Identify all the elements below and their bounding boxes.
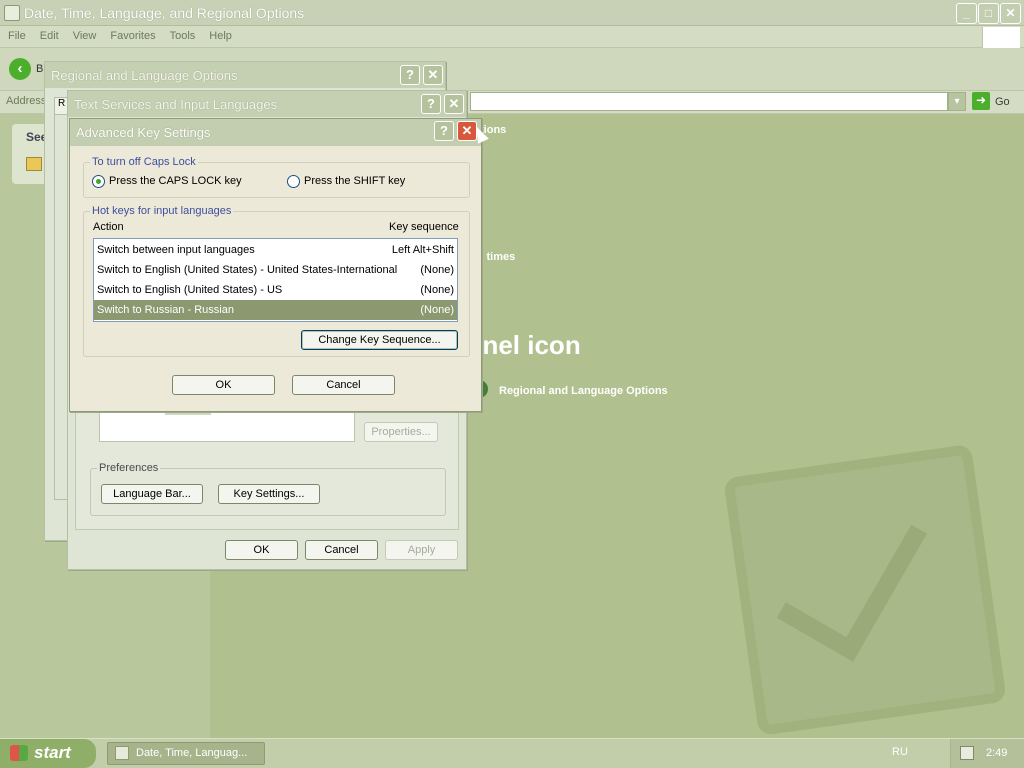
- address-input[interactable]: [470, 92, 948, 111]
- language-indicator[interactable]: RU: [892, 746, 908, 758]
- network-icon[interactable]: [960, 746, 974, 760]
- pick-icon-heading: anel icon: [468, 330, 581, 360]
- close-icon[interactable]: ✕: [423, 65, 443, 85]
- windows-flag-icon: [10, 745, 28, 761]
- dialog-titlebar: Regional and Language Options ? ✕: [45, 62, 445, 88]
- go-arrow-icon[interactable]: ➜: [972, 92, 990, 110]
- cancel-button[interactable]: Cancel: [292, 375, 395, 395]
- dialog-titlebar: Text Services and Input Languages ? ✕: [68, 91, 466, 117]
- cancel-button[interactable]: Cancel: [305, 540, 378, 560]
- help-icon[interactable]: ?: [400, 65, 420, 85]
- ok-button[interactable]: OK: [172, 375, 275, 395]
- menu-favorites[interactable]: Favorites: [102, 26, 161, 42]
- window-title: Date, Time, Language, and Regional Optio…: [24, 5, 305, 21]
- menu-view[interactable]: View: [65, 26, 103, 42]
- list-item-selected[interactable]: Switch to Russian - Russian (None): [94, 300, 457, 320]
- change-key-sequence-button[interactable]: Change Key Sequence...: [301, 330, 458, 350]
- go-button[interactable]: Go: [995, 96, 1010, 108]
- row-action: Switch between input languages: [97, 244, 255, 256]
- properties-button[interactable]: Properties...: [364, 422, 438, 442]
- address-label: Address: [6, 95, 47, 107]
- caps-lock-radio-label[interactable]: Press the CAPS LOCK key: [109, 175, 242, 187]
- column-header-key-sequence: Key sequence: [389, 221, 459, 233]
- windows-logo-icon: [982, 27, 1020, 48]
- row-key: Left Alt+Shift: [391, 244, 454, 256]
- menu-tools[interactable]: Tools: [162, 26, 202, 42]
- dialog-title: Advanced Key Settings: [76, 125, 211, 140]
- dialog-title: Text Services and Input Languages: [74, 97, 278, 112]
- row-key: (None): [420, 284, 454, 296]
- menu-file[interactable]: File: [0, 26, 32, 42]
- preferences-label: Preferences: [97, 462, 161, 474]
- list-item[interactable]: Switch to English (United States) - Unit…: [94, 260, 457, 280]
- main-titlebar: Date, Time, Language, and Regional Optio…: [0, 0, 1024, 26]
- maximize-button[interactable]: □: [978, 3, 999, 24]
- column-header-action: Action: [93, 221, 124, 233]
- control-panel-icon: [115, 746, 129, 760]
- shift-radio-label[interactable]: Press the SHIFT key: [304, 175, 405, 187]
- hotkeys-group-label: Hot keys for input languages: [90, 205, 234, 217]
- tab-panel: [54, 115, 68, 500]
- list-item[interactable]: Switch between input languages Left Alt+…: [94, 240, 457, 260]
- menubar: File Edit View Favorites Tools Help: [0, 26, 1024, 48]
- back-label: B: [36, 63, 44, 75]
- row-key: (None): [420, 264, 454, 276]
- control-panel-icon: [4, 5, 20, 21]
- menu-edit[interactable]: Edit: [32, 26, 65, 42]
- caps-lock-radio[interactable]: [92, 175, 105, 188]
- clock[interactable]: 2:49: [986, 747, 1007, 759]
- address-dropdown-button[interactable]: ▾: [948, 92, 966, 111]
- row-action: Switch to English (United States) - Unit…: [97, 264, 398, 276]
- ok-button[interactable]: OK: [225, 540, 298, 560]
- start-label[interactable]: start: [34, 743, 71, 763]
- regional-options-link[interactable]: Regional and Language Options: [499, 385, 668, 397]
- caps-lock-group-label: To turn off Caps Lock: [90, 156, 198, 168]
- row-key: (None): [420, 304, 454, 316]
- minimize-button[interactable]: _: [956, 3, 977, 24]
- shift-radio[interactable]: [287, 175, 300, 188]
- row-action: Switch to English (United States) - US: [97, 284, 283, 296]
- checkmark-watermark-icon: [723, 443, 1007, 737]
- language-bar-button[interactable]: Language Bar...: [101, 484, 203, 504]
- close-button[interactable]: ✕: [1000, 3, 1021, 24]
- key-settings-button[interactable]: Key Settings...: [218, 484, 320, 504]
- taskbar-window-label[interactable]: Date, Time, Languag...: [136, 747, 247, 759]
- help-icon[interactable]: ?: [421, 94, 441, 114]
- folder-icon: [26, 157, 42, 171]
- menu-help[interactable]: Help: [201, 26, 238, 42]
- list-item[interactable]: Switch to English (United States) - US (…: [94, 280, 457, 300]
- help-icon[interactable]: ?: [434, 121, 454, 141]
- apply-button[interactable]: Apply: [385, 540, 458, 560]
- dialog-titlebar: Advanced Key Settings: [70, 119, 481, 146]
- back-button[interactable]: ‹: [9, 58, 31, 80]
- row-action: Switch to Russian - Russian: [97, 304, 234, 316]
- dialog-title: Regional and Language Options: [51, 68, 238, 83]
- close-icon[interactable]: ✕: [444, 94, 464, 114]
- tab-regional-options[interactable]: R: [54, 97, 68, 115]
